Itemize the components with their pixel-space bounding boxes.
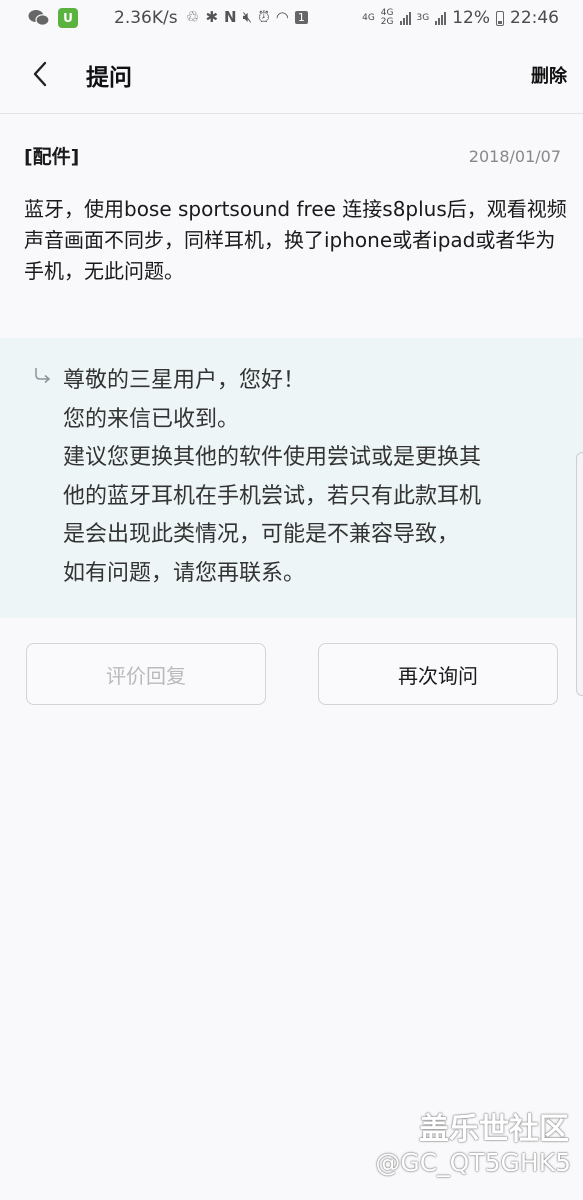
signal-icon bbox=[399, 11, 411, 25]
reply-section: 尊敬的三星用户，您好！ 您的来信已收到。 建议您更换其他的软件使用尝试或是更换其… bbox=[0, 338, 583, 618]
page-title: 提问 bbox=[86, 65, 132, 91]
bluetooth-icon: ✱ bbox=[205, 8, 219, 26]
question-date: 2018/01/07 bbox=[468, 147, 561, 166]
question-text: 蓝牙，使用bose sportsound free 连接s8plus后，观看视频… bbox=[24, 194, 569, 287]
question-text-content: 蓝牙，使用bose sportsound free 连接s8plus后，观看视频… bbox=[24, 197, 567, 283]
recycle-icon: ♲ bbox=[186, 8, 200, 26]
status-right: 4G 4G 2G 3G 12% 22:46 bbox=[362, 8, 559, 28]
net-label-1: 4G bbox=[362, 12, 375, 23]
reply-line: 是会出现此类情况，可能是不兼容导致， bbox=[63, 522, 460, 547]
net-label-group: 4G 2G bbox=[381, 9, 394, 27]
back-arrow-icon bbox=[33, 61, 47, 87]
screen: U 2.36K/s ♲ ✱ N 🔇︎ ⏰︎ ◠ 1 4G 4G 2G 3G 12… bbox=[0, 0, 583, 1200]
reply-line: 您的来信已收到。 bbox=[63, 406, 240, 432]
ask-again-button[interactable]: 再次询问 bbox=[318, 643, 558, 705]
nfc-icon: N bbox=[224, 8, 237, 26]
status-glyphs: ♲ ✱ N 🔇︎ ⏰︎ ◠ 1 bbox=[186, 8, 308, 26]
app-header: 提问 删除 bbox=[0, 36, 583, 114]
signal-icon-2 bbox=[435, 11, 447, 25]
net-label-3: 3G bbox=[416, 12, 430, 23]
app-icon: U bbox=[58, 8, 78, 28]
reply-line: 如有问题，请您再联系。 bbox=[63, 560, 306, 586]
question-category: [配件] bbox=[24, 146, 80, 168]
sim-badge: 1 bbox=[294, 10, 308, 24]
net-label-2b: 2G bbox=[380, 17, 394, 27]
delete-button[interactable]: 删除 bbox=[531, 62, 567, 88]
reply-line: 建议您更换其他的软件使用尝试或是更换其 bbox=[63, 445, 482, 470]
back-button[interactable] bbox=[24, 58, 56, 90]
clock: 22:46 bbox=[510, 8, 559, 28]
mute-icon: 🔇︎ bbox=[242, 8, 253, 26]
watermark-brand: 盖乐世社区 bbox=[419, 1112, 569, 1147]
network-speed: 2.36K/s bbox=[114, 8, 178, 28]
reply-arrow-icon bbox=[35, 368, 51, 384]
reply-line: 尊敬的三星用户，您好！ bbox=[63, 368, 306, 393]
edge-panel-handle[interactable] bbox=[576, 452, 583, 696]
header-divider bbox=[0, 113, 583, 114]
status-left: U bbox=[28, 8, 78, 28]
battery-icon bbox=[496, 10, 504, 26]
rate-reply-button[interactable]: 评价回复 bbox=[26, 643, 266, 705]
alarm-icon: ⏰︎ bbox=[258, 8, 270, 26]
watermark-user: @GC_QT5GHK5 bbox=[375, 1148, 571, 1177]
wifi-icon: ◠ bbox=[275, 8, 289, 26]
reply-line: 他的蓝牙耳机在手机尝试，若只有此款耳机 bbox=[63, 483, 482, 509]
battery-percent: 12% bbox=[452, 8, 490, 28]
status-bar: U 2.36K/s ♲ ✱ N 🔇︎ ⏰︎ ◠ 1 4G 4G 2G 3G 12… bbox=[0, 0, 583, 36]
wechat-icon bbox=[28, 9, 50, 27]
reply-text: 尊敬的三星用户，您好！ 您的来信已收到。 建议您更换其他的软件使用尝试或是更换其… bbox=[63, 362, 553, 593]
